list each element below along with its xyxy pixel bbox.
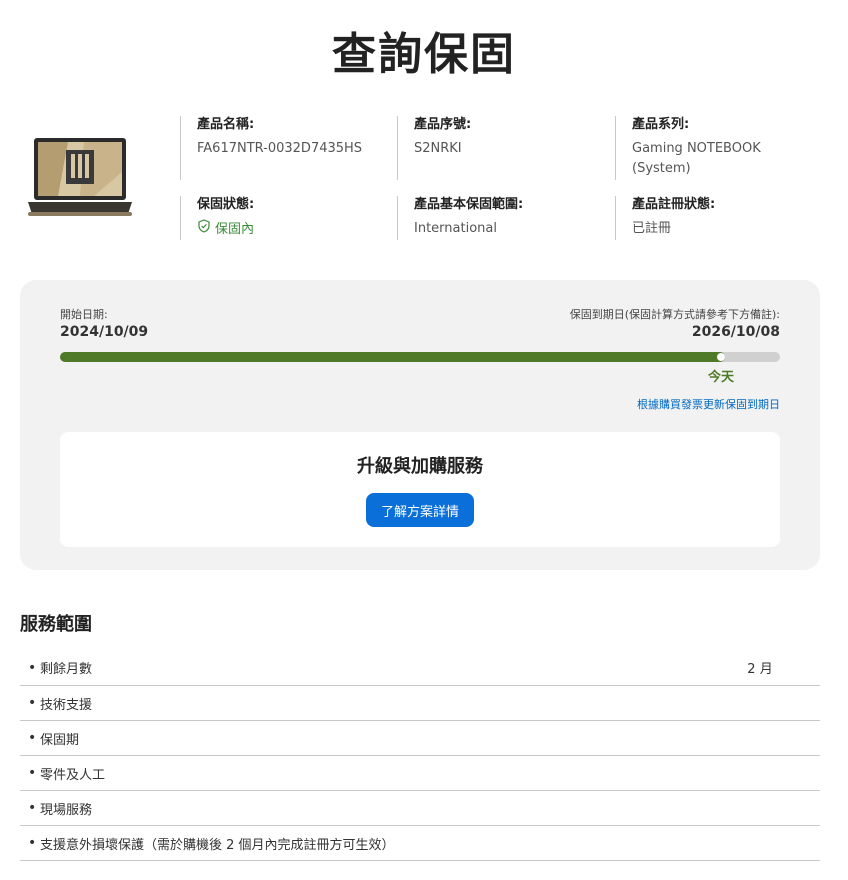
warranty-status-text: 保固內 <box>215 221 255 237</box>
bullet: • <box>28 659 37 676</box>
service-scope-title: 服務範圍 <box>20 614 92 635</box>
today-label: 今天 <box>707 370 735 385</box>
service-label: 技術支援 <box>40 697 93 713</box>
serial-number-value: S2NRKI <box>414 141 462 156</box>
warranty-scope-value: International <box>414 221 497 236</box>
start-date-label: 開始日期: <box>60 308 108 321</box>
service-label: 零件及人工 <box>40 767 106 783</box>
update-warranty-link[interactable]: 根據購買發票更新保固到期日 <box>637 396 780 412</box>
list-item: • 現場服務 <box>20 791 820 826</box>
warranty-scope-cell: 產品基本保固範圍: International <box>397 196 597 240</box>
today-marker <box>717 353 725 361</box>
service-label: 支援意外損壞保護（需於購機後 2 個月內完成註冊方可生效） <box>40 837 395 853</box>
list-item: • 技術支援 <box>20 686 820 721</box>
bullet: • <box>28 765 37 781</box>
registration-status-cell: 產品註冊狀態: 已註冊 <box>615 196 805 240</box>
registration-status-value: 已註冊 <box>632 221 672 236</box>
warranty-progress-fill <box>60 352 725 362</box>
warranty-period-panel: 開始日期: 2024/10/09 保固到期日(保固計算方式請參考下方備註): 2… <box>20 280 820 570</box>
start-date-value: 2024/10/09 <box>60 324 149 340</box>
upgrade-services-card: 升級與加購服務 了解方案詳情 <box>60 432 780 547</box>
bullet: • <box>28 730 37 746</box>
list-item: • 剩餘月數 2 月 <box>20 650 820 686</box>
service-label: 剩餘月數 <box>40 662 93 677</box>
bullet: • <box>28 835 37 851</box>
serial-number-label: 產品序號: <box>414 117 472 132</box>
end-date-value: 2026/10/08 <box>691 324 780 340</box>
product-series-label: 產品系列: <box>632 117 690 132</box>
service-scope-list: • 剩餘月數 2 月 • 技術支援 • 保固期 • 零件及人工 • 現場服務 •… <box>20 650 820 861</box>
registration-status-label: 產品註冊狀態: <box>632 197 716 212</box>
page-title: 查詢保固 <box>332 29 516 80</box>
bullet: • <box>28 695 37 711</box>
warranty-scope-label: 產品基本保固範圍: <box>414 197 524 212</box>
bullet: • <box>28 800 37 816</box>
product-image <box>24 132 136 222</box>
service-label: 保固期 <box>40 732 80 748</box>
list-item: • 保固期 <box>20 721 820 756</box>
shield-check-icon <box>197 219 211 240</box>
product-name-value: FA617NTR-0032D7435HS <box>197 141 363 156</box>
upgrade-services-title: 升級與加購服務 <box>357 456 483 477</box>
warranty-status-cell: 保固狀態: 保固內 <box>180 196 380 240</box>
serial-number-cell: 產品序號: S2NRKI <box>397 116 597 180</box>
warranty-status-label: 保固狀態: <box>197 197 255 212</box>
product-series-value: Gaming NOTEBOOK (System) <box>632 141 761 176</box>
product-name-cell: 產品名稱: FA617NTR-0032D7435HS <box>180 116 380 180</box>
list-item: • 支援意外損壞保護（需於購機後 2 個月內完成註冊方可生效） <box>20 826 820 861</box>
product-series-cell: 產品系列: Gaming NOTEBOOK (System) <box>615 116 805 180</box>
product-name-label: 產品名稱: <box>197 117 255 132</box>
warranty-progress-bar <box>60 352 780 362</box>
service-label: 現場服務 <box>40 802 93 818</box>
warranty-status-value: 保固內 <box>197 219 380 240</box>
end-date-label: 保固到期日(保固計算方式請參考下方備註): <box>569 308 780 321</box>
plan-details-button[interactable]: 了解方案詳情 <box>366 493 474 527</box>
list-item: • 零件及人工 <box>20 756 820 791</box>
